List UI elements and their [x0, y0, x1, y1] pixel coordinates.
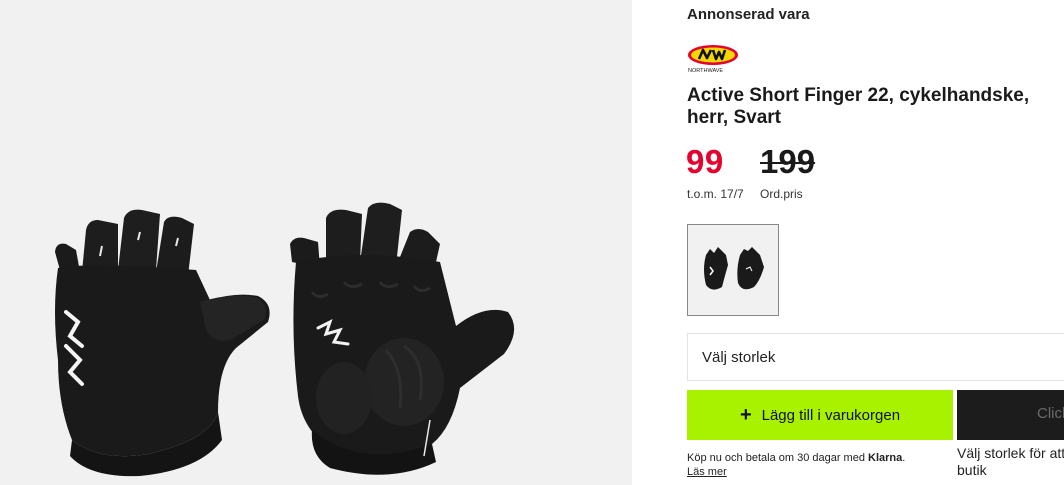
klarna-note-prefix: Köp nu och betala om 30 dagar med: [687, 452, 869, 464]
size-select-placeholder: Välj storlek: [702, 349, 776, 366]
product-image-gallery[interactable]: [0, 0, 632, 485]
add-to-cart-button[interactable]: + Lägg till i varukorgen: [687, 390, 953, 440]
sponsored-label: Annonserad vara: [687, 6, 810, 23]
product-image: [55, 202, 515, 477]
store-note-line2: butik: [957, 462, 987, 478]
sale-price: 99: [686, 143, 724, 180]
read-more-link[interactable]: Läs mer: [687, 466, 727, 478]
klarna-payment-note: Köp nu och betala om 30 dagar med Klarna…: [687, 451, 949, 479]
brand-logo-subtext: NORTHWAVE: [688, 68, 723, 74]
glove-back-image: [55, 209, 270, 477]
add-to-cart-label: Lägg till i varukorgen: [761, 406, 901, 424]
store-note-line1: Välj storlek för att: [957, 445, 1064, 461]
northwave-logo-icon: NORTHWAVE: [688, 45, 738, 74]
click-collect-button[interactable]: Click & Collect: [957, 390, 1064, 440]
price-valid-until: t.o.m. 17/7: [687, 187, 744, 201]
size-select[interactable]: Välj storlek: [687, 333, 1064, 381]
product-info-panel: Annonserad vara NORTHWAVE Active Short F…: [632, 0, 1064, 485]
swatch-thumbnail: [704, 247, 764, 290]
brand-logo[interactable]: NORTHWAVE: [687, 44, 743, 74]
glove-palm-image: [290, 202, 515, 475]
plus-icon: +: [739, 404, 752, 426]
product-title: Active Short Finger 22, cykelhandske, he…: [687, 85, 1030, 128]
klarna-brand: Klarna: [868, 452, 903, 464]
store-availability-note: Välj storlek för att butik: [957, 445, 1064, 479]
click-collect-label: Click & Collect: [1037, 405, 1064, 422]
color-swatch-black[interactable]: [687, 224, 779, 316]
original-price: 199: [760, 143, 816, 180]
original-price-label: Ord.pris: [760, 187, 803, 201]
klarna-note-suffix: .: [902, 452, 906, 464]
